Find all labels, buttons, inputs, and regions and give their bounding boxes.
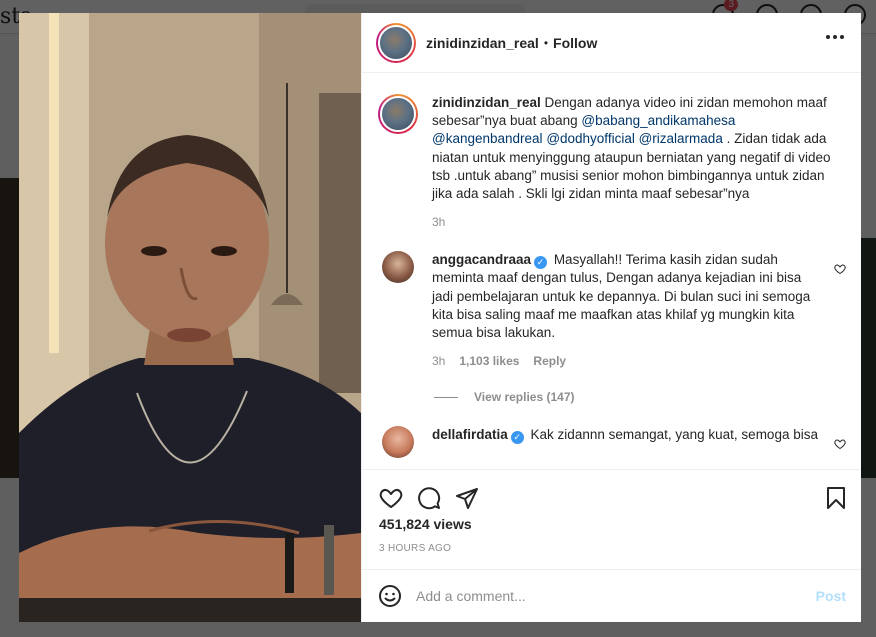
- heart-icon[interactable]: [379, 486, 403, 510]
- comment-input[interactable]: [416, 588, 816, 604]
- comment-item: dellafirdatia ✓ Kak zidannn semangat, yan…: [378, 426, 846, 459]
- comment-text: dellafirdatia ✓ Kak zidannn semangat, yan…: [432, 426, 824, 445]
- view-count[interactable]: 451,824 views: [379, 516, 472, 532]
- commenter-username[interactable]: anggacandraaa: [432, 252, 531, 267]
- post-timestamp[interactable]: 3 HOURS AGO: [379, 543, 451, 554]
- like-comment-heart-icon[interactable]: [834, 263, 846, 275]
- verified-badge-icon: ✓: [510, 431, 524, 445]
- reply-button[interactable]: Reply: [533, 354, 566, 368]
- caption-author-avatar[interactable]: [378, 94, 418, 134]
- author-avatar[interactable]: [376, 22, 416, 63]
- caption-time[interactable]: 3h: [432, 215, 445, 229]
- post-video[interactable]: [19, 13, 361, 622]
- view-replies-button[interactable]: View replies (147): [434, 390, 846, 404]
- view-replies-line: [434, 396, 458, 398]
- add-comment-bar: Post: [362, 569, 861, 622]
- comments-list[interactable]: zinidinzidan_real Dengan adanya video in…: [362, 74, 861, 469]
- comment-item: anggacandraaa ✓ Masyallah!! Terima kasih …: [378, 251, 846, 368]
- view-replies-label: View replies (147): [474, 390, 575, 405]
- comment-meta: 3h 1,103 likes Reply: [432, 354, 824, 368]
- comment-likes[interactable]: 1,103 likes: [459, 354, 519, 368]
- bookmark-icon[interactable]: [826, 487, 846, 509]
- mention-link[interactable]: @babang_andikamahesa: [581, 113, 735, 128]
- caption-author-username[interactable]: zinidinzidan_real: [432, 95, 541, 110]
- mention-link[interactable]: @rizalarmada: [639, 131, 723, 146]
- like-comment-heart-icon[interactable]: [834, 438, 846, 450]
- paper-plane-icon[interactable]: [455, 486, 479, 510]
- post-details-panel: zinidinzidan_real • Follow zinidinzidan_…: [361, 13, 861, 622]
- caption-text: zinidinzidan_real Dengan adanya video in…: [432, 94, 846, 203]
- follow-button[interactable]: Follow: [553, 35, 597, 51]
- more-options-icon[interactable]: [826, 35, 844, 39]
- verified-badge-icon: ✓: [534, 256, 548, 270]
- commenter-avatar[interactable]: [382, 426, 414, 459]
- comment-time[interactable]: 3h: [432, 354, 445, 368]
- post-header: zinidinzidan_real • Follow: [362, 13, 861, 73]
- comment-body: Kak zidannn semangat, yang kuat, semoga …: [530, 427, 818, 443]
- post-modal: zinidinzidan_real • Follow zinidinzidan_…: [19, 13, 861, 622]
- commenter-username[interactable]: dellafirdatia: [432, 427, 508, 442]
- post-actions: [362, 469, 861, 511]
- comment-bubble-icon[interactable]: [417, 486, 441, 510]
- post-comment-button[interactable]: Post: [816, 588, 846, 604]
- emoji-smile-icon[interactable]: [378, 584, 402, 608]
- comment-text: anggacandraaa ✓ Masyallah!! Terima kasih …: [432, 251, 824, 342]
- video-frame-illustration: [19, 13, 361, 622]
- author-username[interactable]: zinidinzidan_real: [426, 35, 539, 51]
- separator-dot: •: [543, 35, 549, 50]
- caption-meta: 3h: [432, 215, 846, 229]
- mention-link[interactable]: @dodhyofficial: [546, 131, 635, 146]
- commenter-avatar[interactable]: [382, 251, 414, 284]
- mention-link[interactable]: @kangenbandreal: [432, 131, 543, 146]
- post-caption: zinidinzidan_real Dengan adanya video in…: [378, 94, 846, 229]
